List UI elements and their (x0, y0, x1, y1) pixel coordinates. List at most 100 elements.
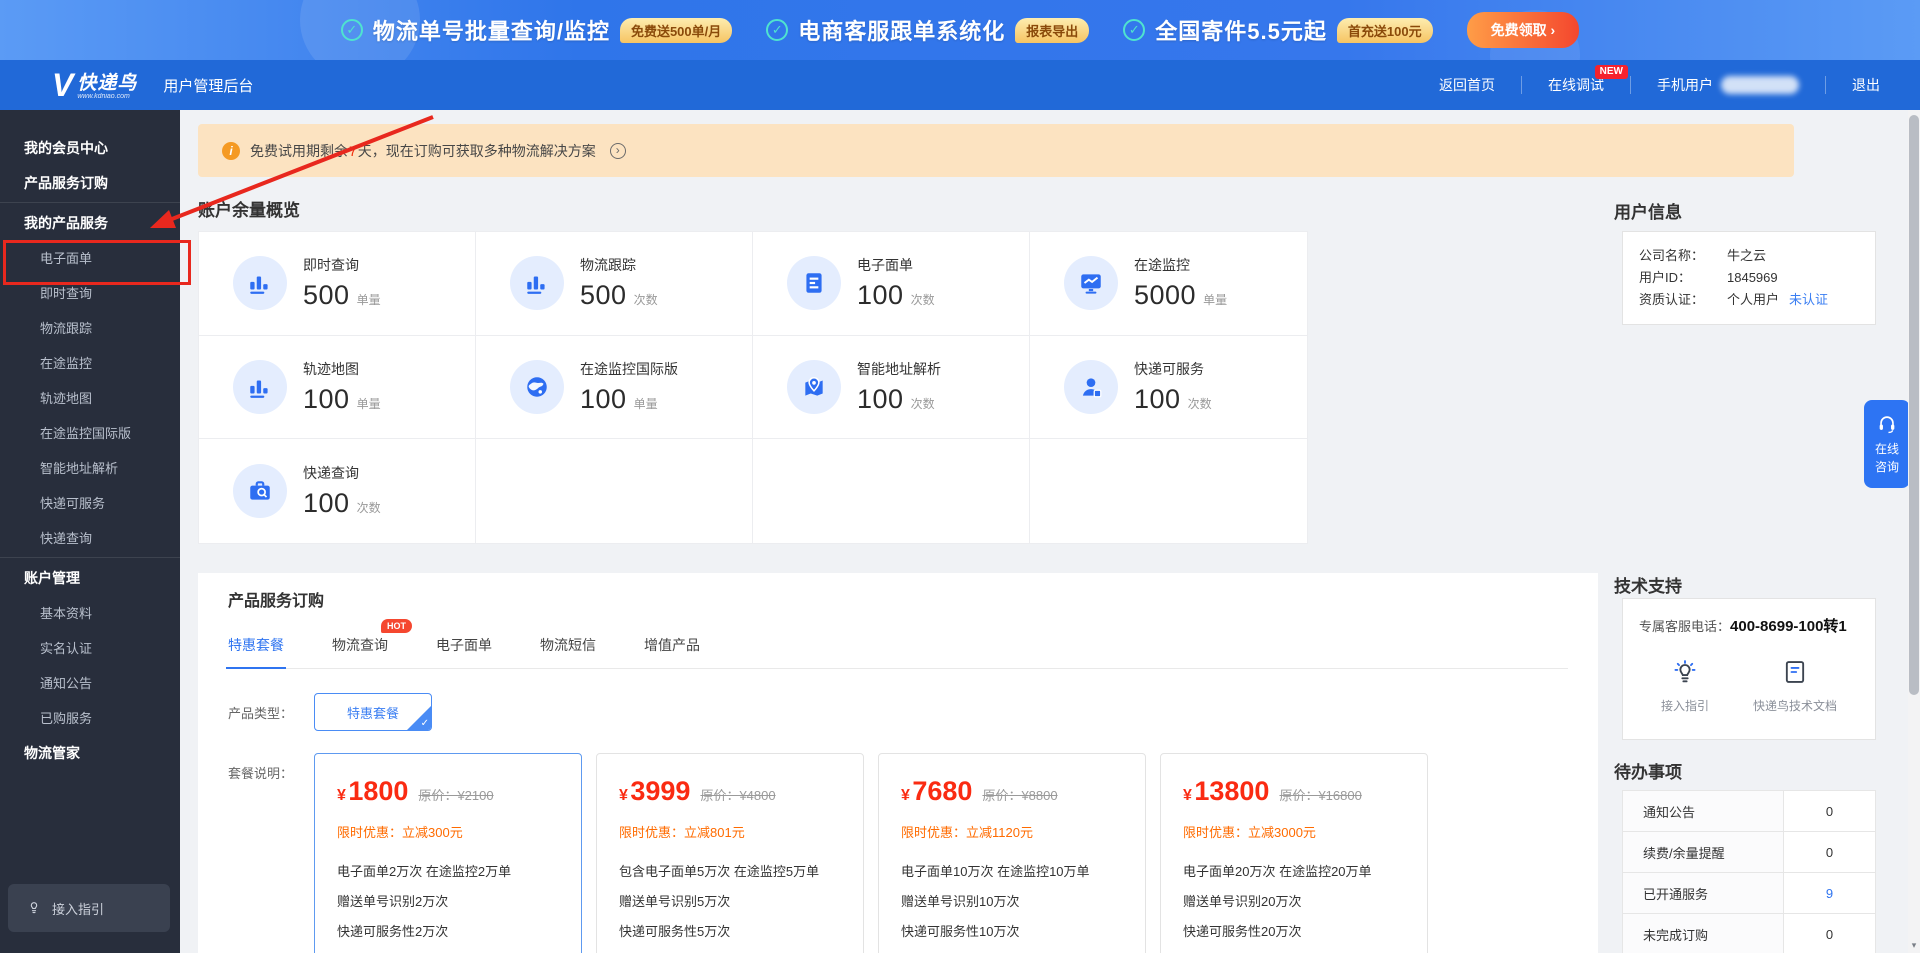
todo-row-notices[interactable]: 通知公告 0 (1623, 791, 1875, 832)
sidebar-access-guide-button[interactable]: 接入指引 (8, 884, 170, 932)
todo-title: 待办事项 (1614, 758, 1682, 783)
promo-item: 电商客服跟单系统化 报表导出 (766, 14, 1089, 46)
tab-logistics-query[interactable]: 物流查询 HOT (332, 635, 388, 668)
sidebar: 我的会员中心 产品服务订购 我的产品服务 电子面单 即时查询 物流跟踪 在途监控… (0, 110, 180, 953)
sidebar-item-courier-coverage[interactable]: 快递可服务 (0, 485, 180, 520)
package-price: 13800 (1194, 776, 1269, 806)
menu-item-logout[interactable]: 退出 (1826, 60, 1906, 110)
monitor-icon (1064, 256, 1118, 310)
sidebar-item-in-transit-monitor[interactable]: 在途监控 (0, 345, 180, 380)
package-card-3999[interactable]: ¥ 3999 原价：¥4800 限时优惠：立减801元 包含电子面单5万次 在途… (596, 753, 864, 953)
package-feature: 赠送单号识别20万次 (1183, 887, 1405, 917)
masked-phone-number (1721, 76, 1799, 94)
logo-v-mark: V (52, 70, 73, 100)
sidebar-item-express-query[interactable]: 快递查询 (0, 520, 180, 555)
online-consult-button[interactable]: 在线 咨询 (1864, 400, 1910, 488)
balance-card-instant-query[interactable]: 即时查询 500单量 (199, 232, 476, 336)
promo-badge: 首充送100元 (1337, 18, 1433, 43)
todo-row-activated-services[interactable]: 已开通服务 9 (1623, 873, 1875, 914)
support-phone-number: 400-8699-100转1 (1730, 618, 1847, 635)
sidebar-item-track-map[interactable]: 轨迹地图 (0, 380, 180, 415)
card-value: 100 (303, 488, 350, 518)
sidebar-item-account-management[interactable]: 账户管理 (0, 560, 180, 595)
doc-outline-icon (1781, 658, 1809, 689)
package-feature: 电子面单10万次 在途监控10万单 (901, 857, 1123, 887)
user-id-value: 1845969 (1727, 267, 1778, 289)
original-price: 原价：¥2100 (418, 785, 493, 804)
sidebar-item-instant-query[interactable]: 即时查询 (0, 275, 180, 310)
sidebar-item-intl-monitor[interactable]: 在途监控国际版 (0, 415, 180, 450)
card-unit: 次数 (911, 397, 935, 411)
todo-row-unfinished-orders[interactable]: 未完成订购 0 (1623, 914, 1875, 953)
original-price: 原价：¥16800 (1279, 785, 1361, 804)
tech-support-panel: 专属客服电话：400-8699-100转1 接入指引 (1622, 598, 1876, 740)
limited-time-offer: 限时优惠：立减801元 (619, 822, 841, 841)
balance-card-express-query[interactable]: 快递查询 100次数 (199, 439, 476, 543)
card-title: 即时查询 (303, 255, 381, 275)
tech-docs-link[interactable]: 快递鸟技术文档 (1753, 658, 1837, 714)
scrollbar-down-arrow[interactable] (1908, 940, 1920, 951)
balance-card-e-waybill[interactable]: 电子面单 100次数 (753, 232, 1030, 336)
sidebar-item-logistics-tracking[interactable]: 物流跟踪 (0, 310, 180, 345)
menu-item-mobile-user[interactable]: 手机用户 (1631, 60, 1825, 110)
balance-card-track-map[interactable]: 轨迹地图 100单量 (199, 336, 476, 440)
card-title: 在途监控 (1134, 255, 1227, 275)
free-claim-button[interactable]: 免费领取 › (1467, 12, 1580, 48)
tab-special-package[interactable]: 特惠套餐 (228, 635, 284, 668)
balance-card-courier-coverage[interactable]: 快递可服务 100次数 (1030, 336, 1307, 440)
balance-card-intl-monitor[interactable]: 在途监控国际版 100单量 (476, 336, 753, 440)
sidebar-item-product-order[interactable]: 产品服务订购 (0, 165, 180, 200)
package-cards: ¥ 1800 原价：¥2100 限时优惠：立减300元 电子面单2万次 在途监控… (314, 753, 1428, 953)
logo-url: www.kdniao.com (77, 93, 137, 100)
sidebar-item-e-waybill[interactable]: 电子面单 (0, 240, 180, 275)
todo-row-renewal-reminder[interactable]: 续费/余量提醒 0 (1623, 832, 1875, 873)
package-description-row: 套餐说明： ¥ 1800 原价：¥2100 限时优惠：立减300元 电子面单2万… (228, 753, 1568, 953)
card-value: 500 (580, 280, 627, 310)
sidebar-item-logistics-butler[interactable]: 物流管家 (0, 735, 180, 770)
package-desc-label: 套餐说明： (228, 763, 300, 782)
tab-e-waybill[interactable]: 电子面单 (436, 635, 492, 668)
user-info-panel: 公司名称：牛之云 用户ID：1845969 资质认证：个人用户 未认证 (1622, 231, 1876, 325)
check-circle-icon (341, 19, 363, 41)
company-name-row: 公司名称：牛之云 (1639, 245, 1859, 267)
sidebar-item-real-name-auth[interactable]: 实名认证 (0, 630, 180, 665)
package-feature: 电子面单2万次 在途监控2万单 (337, 857, 559, 887)
console-subtitle: 用户管理后台 (163, 75, 253, 96)
todo-count: 0 (1783, 791, 1875, 831)
package-card-7680[interactable]: ¥ 7680 原价：¥8800 限时优惠：立减1120元 电子面单10万次 在途… (878, 753, 1146, 953)
package-card-1800[interactable]: ¥ 1800 原价：¥2100 限时优惠：立减300元 电子面单2万次 在途监控… (314, 753, 582, 953)
package-card-13800[interactable]: ¥ 13800 原价：¥16800 限时优惠：立减3000元 电子面单20万次 … (1160, 753, 1428, 953)
sidebar-item-my-products[interactable]: 我的产品服务 (0, 205, 180, 240)
card-title: 轨迹地图 (303, 359, 381, 379)
sidebar-item-basic-info[interactable]: 基本资料 (0, 595, 180, 630)
card-title: 在途监控国际版 (580, 359, 678, 379)
balance-card-address-parse[interactable]: 智能地址解析 100次数 (753, 336, 1030, 440)
kdniao-logo[interactable]: V 快递鸟 www.kdniao.com (52, 70, 137, 100)
scrollbar-thumb[interactable] (1909, 115, 1919, 695)
sidebar-item-purchased-services[interactable]: 已购服务 (0, 700, 180, 735)
empty-cell (753, 439, 1030, 543)
product-type-value: 特惠套餐 (347, 703, 399, 722)
circle-arrow-icon[interactable] (610, 143, 626, 159)
vertical-scrollbar[interactable] (1908, 110, 1920, 953)
not-certified-link[interactable]: 未认证 (1789, 289, 1828, 311)
menu-item-online-debug[interactable]: 在线调试 NEW (1522, 60, 1630, 110)
tab-logistics-sms[interactable]: 物流短信 (540, 635, 596, 668)
hot-badge: HOT (381, 619, 412, 633)
menu-item-home[interactable]: 返回首页 (1413, 60, 1521, 110)
limited-time-offer: 限时优惠：立减300元 (337, 822, 559, 841)
sidebar-item-member-center[interactable]: 我的会员中心 (0, 130, 180, 165)
user-info-title: 用户信息 (1614, 198, 1682, 223)
product-type-selected-button[interactable]: 特惠套餐 (314, 693, 432, 731)
balance-card-in-transit-monitor[interactable]: 在途监控 5000单量 (1030, 232, 1307, 336)
card-title: 智能地址解析 (857, 359, 941, 379)
tab-value-added[interactable]: 增值产品 (644, 635, 700, 668)
balance-card-logistics-tracking[interactable]: 物流跟踪 500次数 (476, 232, 753, 336)
consult-label-line2: 咨询 (1875, 460, 1899, 475)
card-title: 快递可服务 (1134, 359, 1212, 379)
sidebar-item-address-parse[interactable]: 智能地址解析 (0, 450, 180, 485)
sidebar-item-notices[interactable]: 通知公告 (0, 665, 180, 700)
access-guide-link[interactable]: 接入指引 (1661, 658, 1709, 714)
package-feature: 包含电子面单5万次 在途监控5万单 (619, 857, 841, 887)
headset-icon (1876, 413, 1898, 439)
